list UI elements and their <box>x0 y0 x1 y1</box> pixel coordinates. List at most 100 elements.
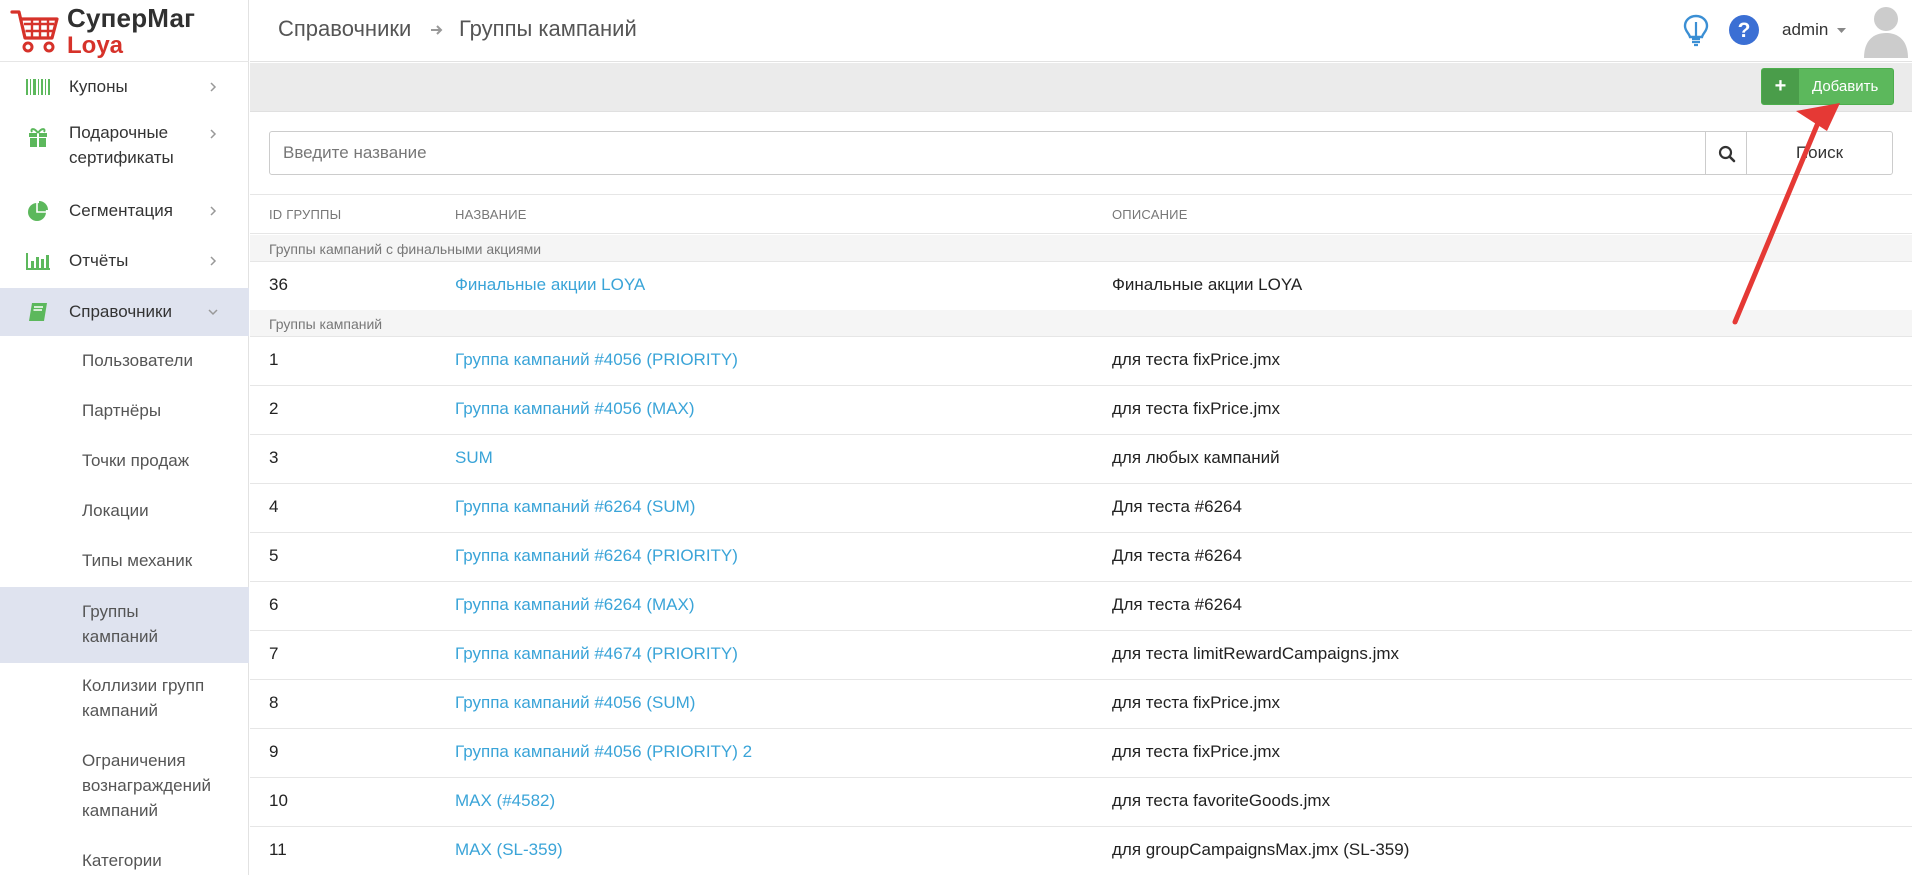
logo[interactable]: СуперМаг Loya <box>0 0 249 62</box>
table-row[interactable]: 36 Финальные акции LOYA Финальные акции … <box>250 262 1912 311</box>
sidebar-subitem-label: Группы кампаний <box>82 602 158 646</box>
svg-text:?: ? <box>1738 19 1751 42</box>
sidebar-subitem-label: Точки продаж <box>82 451 190 470</box>
cell-id: 2 <box>269 399 279 418</box>
table-row[interactable]: 5 Группа кампаний #6264 (PRIORITY) Для т… <box>250 533 1912 582</box>
sidebar-subitem-campaign-groups[interactable]: Группы кампаний <box>0 587 249 663</box>
cell-id: 1 <box>269 350 279 369</box>
sidebar-subitem-campaign-reward-limits[interactable]: Ограничения вознаграждений кампаний <box>0 741 249 833</box>
table-row[interactable]: 4 Группа кампаний #6264 (SUM) Для теста … <box>250 484 1912 533</box>
chevron-right-icon <box>210 206 217 216</box>
cell-id: 3 <box>269 448 279 467</box>
header: Справочники Группы кампаний ? admin <box>250 0 1912 62</box>
cell-name-link[interactable]: Финальные акции LOYA <box>455 275 645 295</box>
sidebar-subitem-locations[interactable]: Локации <box>0 490 249 532</box>
sidebar-subitem-categories[interactable]: Категории <box>0 840 249 875</box>
user-menu[interactable]: admin <box>1782 20 1828 40</box>
cell-description: Финальные акции LOYA <box>1112 275 1303 294</box>
breadcrumb-current: Группы кампаний <box>459 16 637 41</box>
cell-id: 6 <box>269 595 279 614</box>
column-header-id[interactable]: ID группы <box>269 207 341 222</box>
cell-name-link[interactable]: SUM <box>455 448 493 468</box>
search-input[interactable] <box>269 131 1706 175</box>
table-row[interactable]: 9 Группа кампаний #4056 (PRIORITY) 2 для… <box>250 729 1912 778</box>
pie-chart-icon <box>28 201 48 221</box>
search-button[interactable]: Поиск <box>1746 131 1893 175</box>
cell-name-link[interactable]: Группа кампаний #6264 (SUM) <box>455 497 695 517</box>
caret-down-icon[interactable] <box>1837 28 1846 34</box>
brand-title: СуперМаг <box>67 3 196 33</box>
section-title: Группы кампаний с финальными акциями <box>269 241 542 257</box>
table-row[interactable]: 3 SUM для любых кампаний <box>250 435 1912 484</box>
cell-description: для теста fixPrice.jmx <box>1112 742 1280 761</box>
sidebar-subitem-label: Типы механик <box>82 551 193 570</box>
table-row[interactable]: 2 Группа кампаний #4056 (MAX) для теста … <box>250 386 1912 435</box>
sidebar-item-segmentation[interactable]: Сегментация <box>0 190 249 232</box>
sidebar-item-label: Сегментация <box>69 201 173 220</box>
breadcrumb-item-references[interactable]: Справочники <box>278 16 411 42</box>
sidebar-subitem-partners[interactable]: Партнёры <box>0 390 249 432</box>
search-icon-button[interactable] <box>1705 131 1747 175</box>
shopping-cart-icon <box>10 10 59 53</box>
table-header: ID группы Название Описание <box>250 194 1912 234</box>
cell-description: для теста fixPrice.jmx <box>1112 693 1280 712</box>
table-row[interactable]: 10 MAX (#4582) для теста favoriteGoods.j… <box>250 778 1912 827</box>
sidebar-item-label: Справочники <box>69 302 172 321</box>
cell-description: для теста limitRewardCampaigns.jmx <box>1112 644 1400 663</box>
cell-id: 5 <box>269 546 279 565</box>
sidebar-item-gift-certificates[interactable]: Подарочные сертификаты <box>0 108 249 174</box>
sidebar-subitem-label: Партнёры <box>82 401 162 420</box>
sidebar-item-coupons[interactable]: Купоны <box>0 66 249 108</box>
table-row[interactable]: 8 Группа кампаний #4056 (SUM) для теста … <box>250 680 1912 729</box>
cell-name-link[interactable]: MAX (SL-359) <box>455 840 563 860</box>
help-icon[interactable]: ? <box>1728 14 1760 46</box>
table-row[interactable]: 7 Группа кампаний #4674 (PRIORITY) для т… <box>250 631 1912 680</box>
brand-subtitle: Loya <box>67 32 124 59</box>
sidebar-subitem-users[interactable]: Пользователи <box>0 340 249 382</box>
chevron-right-icon <box>210 129 217 139</box>
add-button[interactable]: + Добавить <box>1761 68 1894 105</box>
sidebar-subitem-mechanic-types[interactable]: Типы механик <box>0 540 249 582</box>
table-row[interactable]: 6 Группа кампаний #6264 (MAX) Для теста … <box>250 582 1912 631</box>
cell-name-link[interactable]: Группа кампаний #6264 (MAX) <box>455 595 694 615</box>
cell-name-link[interactable]: Группа кампаний #6264 (PRIORITY) <box>455 546 738 566</box>
book-icon <box>29 303 47 321</box>
cell-description: для groupCampaignsMax.jmx (SL-359) <box>1112 840 1410 859</box>
cell-description: для теста favoriteGoods.jmx <box>1112 791 1331 810</box>
cell-id: 11 <box>269 840 287 859</box>
cell-description: для теста fixPrice.jmx <box>1112 399 1280 418</box>
sidebar-item-reports[interactable]: Отчёты <box>0 240 249 282</box>
add-button-label: Добавить <box>1812 78 1879 95</box>
toolbar: + Добавить <box>250 63 1912 112</box>
sidebar-item-label: Купоны <box>69 77 128 96</box>
sidebar-subitem-campaign-group-collisions[interactable]: Коллизии групп кампаний <box>0 667 249 737</box>
cell-id: 36 <box>269 275 288 294</box>
lightbulb-icon[interactable] <box>1681 14 1711 48</box>
table-row[interactable]: 1 Группа кампаний #4056 (PRIORITY) для т… <box>250 337 1912 386</box>
bar-chart-icon <box>26 253 50 270</box>
column-header-description[interactable]: Описание <box>1112 207 1188 222</box>
arrow-right-icon <box>431 25 443 35</box>
sidebar-subitem-label: Локации <box>82 501 149 520</box>
chevron-down-icon <box>208 309 218 316</box>
cell-id: 10 <box>269 791 288 810</box>
cell-name-link[interactable]: Группа кампаний #4056 (MAX) <box>455 399 694 419</box>
sidebar-subitem-sales-points[interactable]: Точки продаж <box>0 440 249 482</box>
avatar[interactable] <box>1862 2 1910 58</box>
sidebar-item-references[interactable]: Справочники <box>0 288 249 336</box>
cell-description: для любых кампаний <box>1112 448 1280 467</box>
plus-icon: + <box>1762 69 1799 104</box>
search-icon <box>1718 145 1736 163</box>
cell-description: Для теста #6264 <box>1112 497 1242 516</box>
cell-id: 8 <box>269 693 279 712</box>
column-header-name[interactable]: Название <box>455 207 527 222</box>
cell-name-link[interactable]: Группа кампаний #4674 (PRIORITY) <box>455 644 738 664</box>
cell-name-link[interactable]: Группа кампаний #4056 (SUM) <box>455 693 695 713</box>
chevron-right-icon <box>210 82 217 92</box>
cell-name-link[interactable]: Группа кампаний #4056 (PRIORITY) 2 <box>455 742 752 762</box>
cell-id: 7 <box>269 644 279 663</box>
gift-icon <box>29 128 47 147</box>
cell-name-link[interactable]: Группа кампаний #4056 (PRIORITY) <box>455 350 738 370</box>
cell-name-link[interactable]: MAX (#4582) <box>455 791 555 811</box>
table-row[interactable]: 11 MAX (SL-359) для groupCampaignsMax.jm… <box>250 827 1912 875</box>
